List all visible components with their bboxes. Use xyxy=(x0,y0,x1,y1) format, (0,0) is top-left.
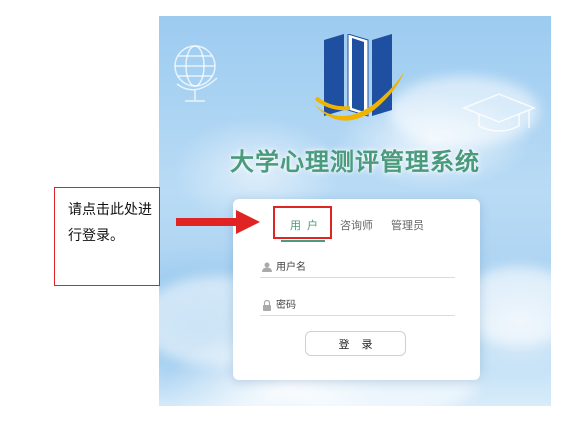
user-icon xyxy=(262,262,272,272)
right-arrow-icon xyxy=(176,210,260,234)
username-field xyxy=(260,259,455,278)
page-title: 大学心理测评管理系统 xyxy=(230,148,480,176)
username-input[interactable] xyxy=(276,259,451,275)
login-card: 用户 咨询师 管理员 登录 xyxy=(233,199,480,380)
tab-admin[interactable]: 管理员 xyxy=(391,217,424,233)
highlight-box xyxy=(273,206,332,239)
graduation-cap-icon xyxy=(461,93,537,132)
globe-icon xyxy=(174,45,218,102)
active-tab-indicator xyxy=(281,240,325,242)
login-button[interactable]: 登录 xyxy=(305,331,406,356)
instruction-callout: 请点击此处进行登录。 xyxy=(54,187,160,286)
login-tabs: 用户 咨询师 管理员 xyxy=(233,217,480,237)
lock-icon xyxy=(263,300,271,311)
callout-text: 请点击此处进行登录。 xyxy=(68,202,152,244)
password-input[interactable] xyxy=(276,297,451,313)
password-field xyxy=(260,297,455,316)
university-logo xyxy=(314,34,404,121)
tab-counselor[interactable]: 咨询师 xyxy=(340,217,373,233)
